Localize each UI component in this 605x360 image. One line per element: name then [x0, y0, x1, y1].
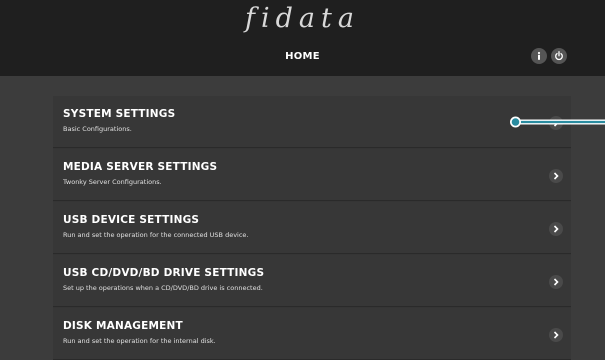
menu-item-description: Set up the operations when a CD/DVD/BD d… — [63, 284, 263, 292]
menu-item-usb-device-settings[interactable]: USB DEVICE SETTINGS Run and set the oper… — [53, 202, 571, 254]
chevron-right-icon[interactable] — [549, 328, 563, 342]
menu-item-description: Twonky Server Configurations. — [63, 178, 162, 186]
menu-item-disk-management[interactable]: DISK MANAGEMENT Run and set the operatio… — [53, 308, 571, 360]
menu-item-title: DISK MANAGEMENT — [63, 320, 183, 332]
menu-item-title: SYSTEM SETTINGS — [63, 108, 176, 120]
brand-logo: fidata — [245, 3, 360, 34]
menu-item-usb-cd-dvd-bd-drive-settings[interactable]: USB CD/DVD/BD DRIVE SETTINGS Set up the … — [53, 255, 571, 307]
page-title: HOME — [285, 51, 320, 62]
chevron-right-icon[interactable] — [549, 169, 563, 183]
info-icon — [537, 51, 541, 60]
callout-pointer — [510, 116, 605, 128]
menu-item-system-settings[interactable]: SYSTEM SETTINGS Basic Configurations. — [53, 96, 571, 148]
menu-item-media-server-settings[interactable]: MEDIA SERVER SETTINGS Twonky Server Conf… — [53, 149, 571, 201]
power-button[interactable] — [551, 48, 567, 64]
app-window: fidata HOME SYSTEM SETTINGS Basic Config… — [0, 0, 605, 360]
chevron-right-icon[interactable] — [549, 222, 563, 236]
menu-item-description: Run and set the operation for the intern… — [63, 337, 216, 345]
menu-item-title: USB CD/DVD/BD DRIVE SETTINGS — [63, 267, 265, 279]
settings-menu: SYSTEM SETTINGS Basic Configurations. ME… — [53, 96, 571, 360]
chevron-right-icon[interactable] — [549, 275, 563, 289]
menu-item-description: Run and set the operation for the connec… — [63, 231, 249, 239]
power-icon — [555, 51, 563, 61]
menu-item-title: USB DEVICE SETTINGS — [63, 214, 200, 226]
header: fidata HOME — [0, 0, 605, 76]
info-button[interactable] — [531, 48, 547, 64]
menu-item-title: MEDIA SERVER SETTINGS — [63, 161, 218, 173]
menu-item-description: Basic Configurations. — [63, 125, 132, 133]
